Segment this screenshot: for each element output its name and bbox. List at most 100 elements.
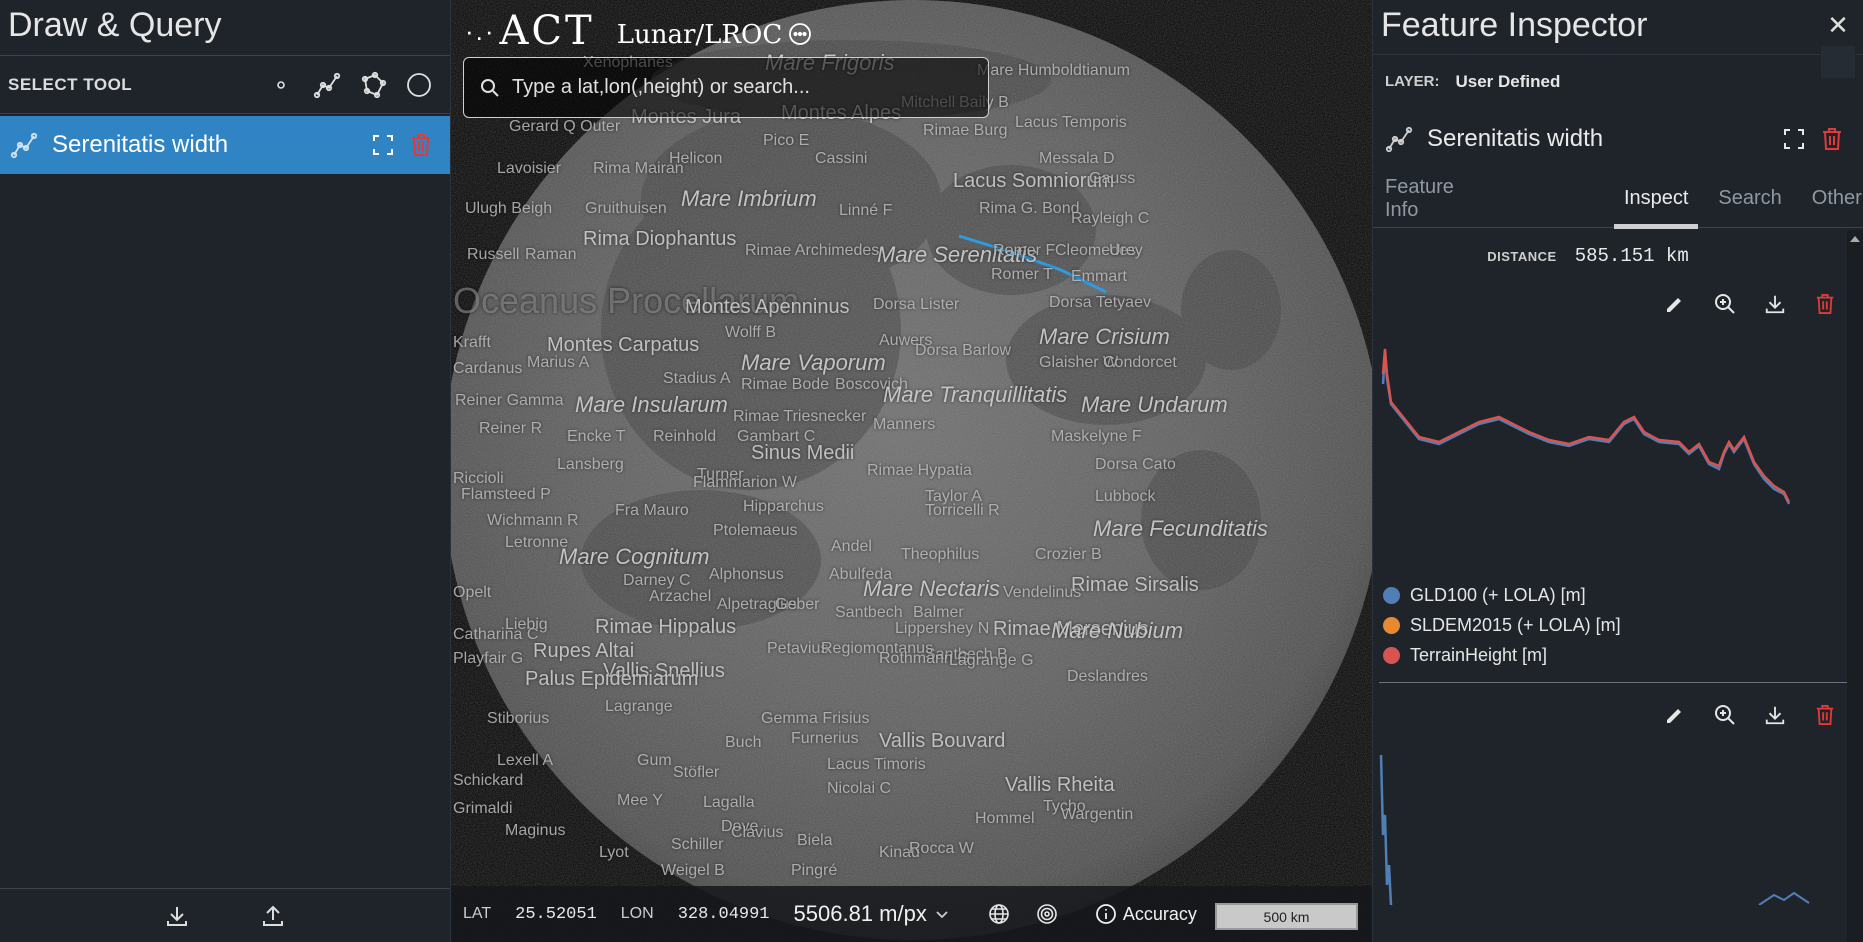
map-feature-label: Krafft xyxy=(453,334,491,351)
map-feature-label: Mare Humboldtianum xyxy=(977,62,1130,79)
legend-item[interactable]: GLD100 (+ LOLA) [m] xyxy=(1383,580,1863,610)
polygon-icon xyxy=(361,71,387,98)
search-icon xyxy=(481,78,499,97)
trash-icon xyxy=(412,134,430,156)
point-tool-button[interactable] xyxy=(258,65,304,105)
logo-dots: ·.· xyxy=(465,15,496,46)
polyline-icon xyxy=(10,132,38,159)
scroll-up-icon[interactable] xyxy=(1850,236,1860,242)
zoom-in-icon xyxy=(1715,294,1735,314)
map-feature-label: Grimaldi xyxy=(453,800,513,817)
map-feature-label: Stöfler xyxy=(673,764,720,781)
line-tool-button[interactable] xyxy=(304,65,350,105)
map-feature-label: Lexell A xyxy=(497,752,554,769)
download-icon xyxy=(1765,295,1785,314)
map-feature-label: Romer F xyxy=(993,242,1056,259)
legend-item[interactable]: TerrainHeight [m] xyxy=(1383,640,1863,670)
feature-name: Serenitatis width xyxy=(52,131,229,158)
tab-search[interactable]: Search xyxy=(1718,170,1781,228)
tab-feature-info[interactable]: Feature Info xyxy=(1385,170,1454,228)
upload-button[interactable] xyxy=(253,896,293,936)
map-feature-label: Flammarion W xyxy=(693,474,798,491)
map-feature-label: Russell xyxy=(467,246,520,263)
layer-info: LAYER: User Defined xyxy=(1373,54,1863,108)
map-feature-label: Lacus Temporis xyxy=(1015,114,1127,131)
map-feature-label: Lagrange G xyxy=(949,652,1034,669)
accuracy-toggle[interactable]: Accuracy xyxy=(1095,903,1197,925)
map-feature-label: Mare Tranquillitatis xyxy=(883,382,1068,407)
map-feature-label: Sinus Medii xyxy=(751,442,855,464)
search-input[interactable] xyxy=(512,76,972,99)
pencil-icon xyxy=(1667,709,1681,723)
zoom-to-feature-button[interactable] xyxy=(364,134,402,156)
distance-value: 585.151 km xyxy=(1574,245,1689,267)
map-feature-label: Mare Undarum xyxy=(1081,392,1228,417)
map-feature-label: Reiner Gamma xyxy=(455,392,564,409)
download-button[interactable] xyxy=(157,896,197,936)
map-feature-label: Gemma Frisius xyxy=(761,710,870,727)
delete-profile-button[interactable] xyxy=(1811,701,1839,729)
panel-footer xyxy=(0,888,450,942)
zoom-profile-button[interactable] xyxy=(1711,701,1739,729)
map-feature-label: Palus Epidemiarum xyxy=(525,668,699,690)
zoom-to-feature-button[interactable] xyxy=(1775,128,1813,150)
map-feature-label: Dorsa Lister xyxy=(873,296,960,313)
close-icon: ✕ xyxy=(1827,9,1849,40)
select-tool-label: SELECT TOOL xyxy=(8,74,133,94)
inspector-scrollbar[interactable] xyxy=(1847,230,1863,942)
map-feature-label: Encke T xyxy=(567,428,626,445)
globe-toggle-button[interactable] xyxy=(979,894,1019,934)
feature-list-item[interactable]: Serenitatis width xyxy=(0,116,450,174)
map-feature-label: Playfair G xyxy=(453,650,524,667)
edit-profile-button[interactable] xyxy=(1661,290,1689,318)
polygon-tool-button[interactable] xyxy=(350,65,396,105)
select-tool-bar: SELECT TOOL xyxy=(0,56,450,114)
map-feature-label: Reinhold xyxy=(653,428,717,445)
mission-menu-icon[interactable] xyxy=(788,22,812,46)
second-profile-chart[interactable] xyxy=(1379,735,1839,905)
map-feature-label: Liebig xyxy=(505,616,548,633)
map-feature-label: Cassini xyxy=(815,150,868,167)
zoom-profile-button[interactable] xyxy=(1711,290,1739,318)
delete-feature-button[interactable] xyxy=(1813,127,1851,151)
map-feature-label: Urey xyxy=(1109,242,1143,259)
map-feature-label: Mare Insularum xyxy=(575,392,728,417)
tab-inspect[interactable]: Inspect xyxy=(1613,170,1699,229)
map-feature-label: Rayleigh C xyxy=(1071,210,1150,227)
chevron-down-icon[interactable] xyxy=(935,907,949,921)
terrain-height-series-line xyxy=(1381,348,1791,503)
map-viewport[interactable]: XenophanesMare FrigorisMare Humboldtianu… xyxy=(451,0,1372,942)
delete-profile-button[interactable] xyxy=(1811,290,1839,318)
panel-handle[interactable] xyxy=(1821,46,1855,78)
resolution-value[interactable]: 5506.81 m/px xyxy=(794,901,927,927)
map-feature-label: Rimae Archimedes xyxy=(745,242,880,259)
map-feature-label: Wichmann R xyxy=(487,512,579,529)
download-profile-button[interactable] xyxy=(1761,290,1789,318)
zoom-in-icon xyxy=(1715,705,1735,725)
map-feature-label: Vallis Bouvard xyxy=(879,730,1006,752)
map-feature-label: Cardanus xyxy=(453,360,523,377)
map-feature-label: Maskelyne F xyxy=(1051,428,1142,445)
map-feature-label: Gruithuisen xyxy=(585,200,667,217)
lon-value: 328.04991 xyxy=(677,904,770,924)
close-inspector-button[interactable]: ✕ xyxy=(1821,8,1855,42)
map-feature-label: Mare Imbrium xyxy=(681,186,817,211)
trash-icon xyxy=(1816,294,1834,314)
map-feature-label: Schiller xyxy=(671,836,724,853)
map-feature-label: Lubbock xyxy=(1095,488,1156,505)
map-feature-label: Clavius xyxy=(731,824,784,841)
map-feature-label: Rima G. Bond xyxy=(979,200,1080,217)
map-feature-label: Gauss xyxy=(1089,170,1136,187)
target-toggle-button[interactable] xyxy=(1027,894,1067,934)
edit-profile-button[interactable] xyxy=(1661,701,1689,729)
elevation-profile-chart[interactable] xyxy=(1379,324,1839,574)
legend-item[interactable]: SLDEM2015 (+ LOLA) [m] xyxy=(1383,610,1863,640)
tab-other[interactable]: Other xyxy=(1812,170,1862,228)
map-feature-label: Lacus Timoris xyxy=(827,756,926,773)
trash-icon xyxy=(1816,705,1834,725)
download-profile-button[interactable] xyxy=(1761,701,1789,729)
map-feature-label: Messala D xyxy=(1039,150,1115,167)
delete-feature-button[interactable] xyxy=(402,133,440,157)
panel-title: Feature Inspector xyxy=(1381,6,1648,44)
circle-tool-button[interactable] xyxy=(396,65,442,105)
